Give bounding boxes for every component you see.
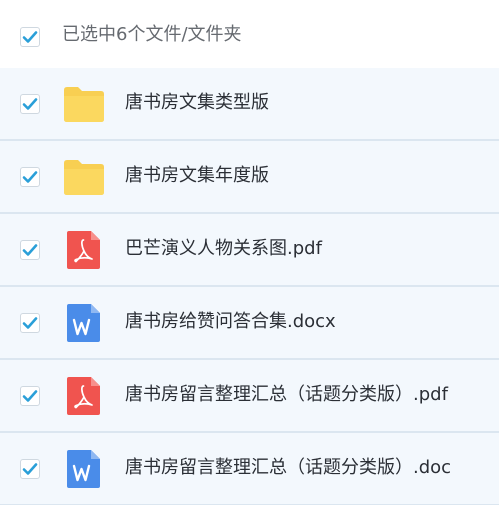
- file-list-item[interactable]: 唐书房给赞问答合集.docx: [0, 287, 499, 360]
- selection-header: 已选中6个文件/文件夹: [0, 0, 499, 68]
- file-name: 唐书房文集年度版: [125, 165, 269, 186]
- folder-icon: [64, 160, 104, 195]
- pdf-icon: [67, 377, 100, 415]
- item-checkbox[interactable]: [20, 313, 40, 333]
- checkmark-icon: [22, 244, 38, 256]
- file-name: 唐书房给赞问答合集.docx: [125, 311, 336, 332]
- file-list-item[interactable]: 唐书房文集类型版: [0, 68, 499, 141]
- item-checkbox[interactable]: [20, 386, 40, 406]
- checkmark-icon: [22, 317, 38, 329]
- file-list-item[interactable]: 唐书房留言整理汇总（话题分类版）.pdf: [0, 360, 499, 433]
- word-doc-icon: [67, 450, 100, 488]
- checkmark-icon: [22, 171, 38, 183]
- checkmark-icon: [22, 390, 38, 402]
- file-list-item[interactable]: 巴芒演义人物关系图.pdf: [0, 214, 499, 287]
- word-doc-icon: [67, 304, 100, 342]
- file-list: 唐书房文集类型版 唐书房文集年度版 巴芒演义人物关系图.pdf 唐书房给赞问答合…: [0, 68, 499, 505]
- pdf-icon: [67, 231, 100, 269]
- file-name: 唐书房留言整理汇总（话题分类版）.doc: [125, 457, 452, 478]
- file-name: 唐书房文集类型版: [125, 92, 269, 113]
- checkmark-icon: [22, 463, 38, 475]
- item-checkbox[interactable]: [20, 459, 40, 479]
- folder-icon: [64, 87, 104, 122]
- checkmark-icon: [22, 98, 38, 110]
- file-name: 巴芒演义人物关系图.pdf: [125, 238, 322, 259]
- file-name: 唐书房留言整理汇总（话题分类版）.pdf: [125, 384, 448, 405]
- item-checkbox[interactable]: [20, 94, 40, 114]
- file-list-item[interactable]: 唐书房文集年度版: [0, 141, 499, 214]
- selection-count-label: 已选中6个文件/文件夹: [62, 24, 242, 45]
- item-checkbox[interactable]: [20, 240, 40, 260]
- item-checkbox[interactable]: [20, 167, 40, 187]
- select-all-checkbox[interactable]: [20, 27, 40, 47]
- file-selection-panel: 已选中6个文件/文件夹 唐书房文集类型版 唐书房文集年度版 巴芒演义人物关系图.…: [0, 0, 499, 505]
- checkmark-icon: [22, 31, 38, 43]
- file-list-item[interactable]: 唐书房留言整理汇总（话题分类版）.doc: [0, 433, 499, 505]
